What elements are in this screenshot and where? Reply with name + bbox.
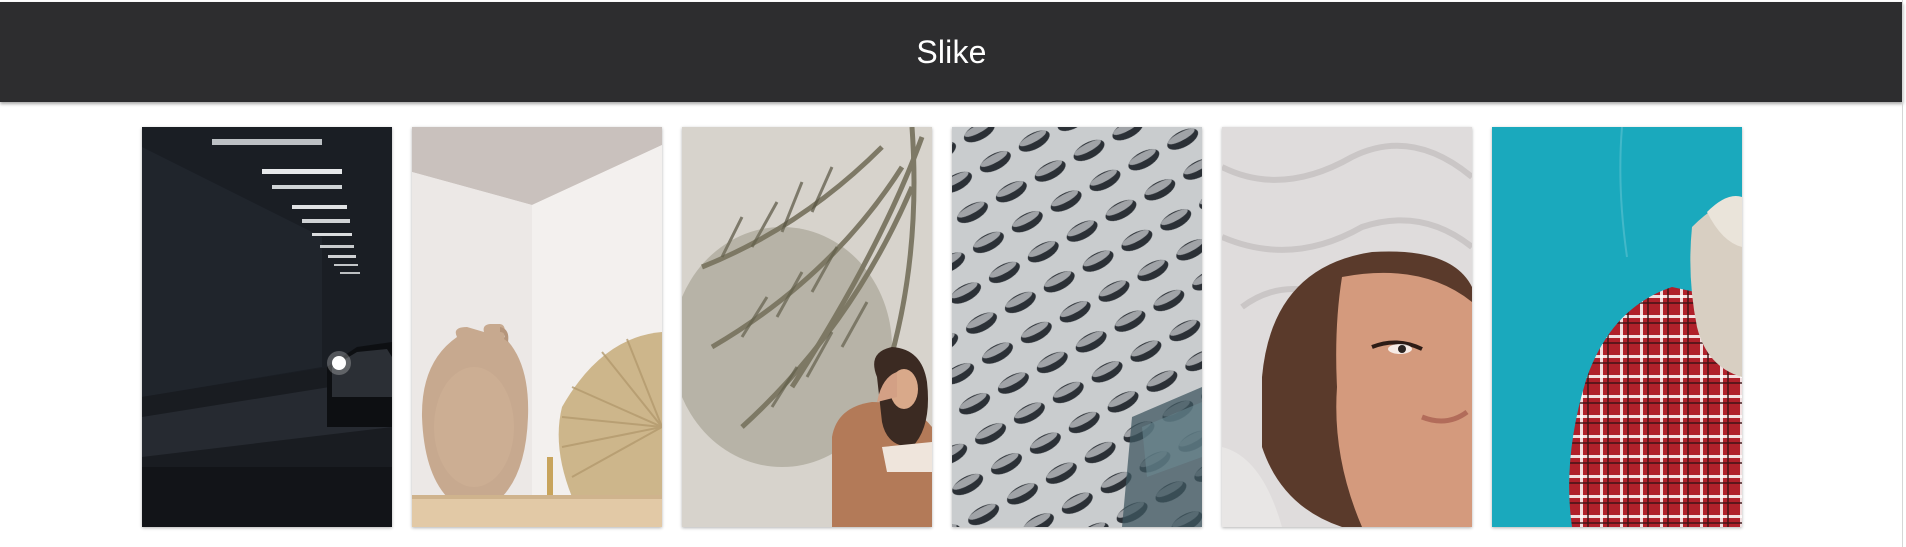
gallery-photo-palm-and-woman[interactable] [682, 127, 932, 527]
gallery-photo-person-plaid-shirt[interactable] [1492, 127, 1742, 527]
scrollbar-edge [1902, 0, 1903, 547]
gallery-photo-woman-on-pillow[interactable] [1222, 127, 1472, 527]
gallery-photo-building-facade[interactable] [952, 127, 1202, 527]
palm-and-woman-image [682, 127, 932, 527]
gallery-photo-tunnel-car[interactable] [142, 127, 392, 527]
page: Slike [0, 0, 1906, 547]
tunnel-car-image [142, 127, 392, 527]
top-header-bar: Slike [0, 2, 1903, 102]
photo-gallery [142, 127, 1742, 527]
gallery-photo-vase-and-fan[interactable] [412, 127, 662, 527]
woman-on-pillow-image [1222, 127, 1472, 527]
person-plaid-shirt-image [1492, 127, 1742, 527]
building-facade-image [952, 127, 1202, 527]
page-title: Slike [916, 33, 987, 70]
vase-and-fan-image [412, 127, 662, 527]
